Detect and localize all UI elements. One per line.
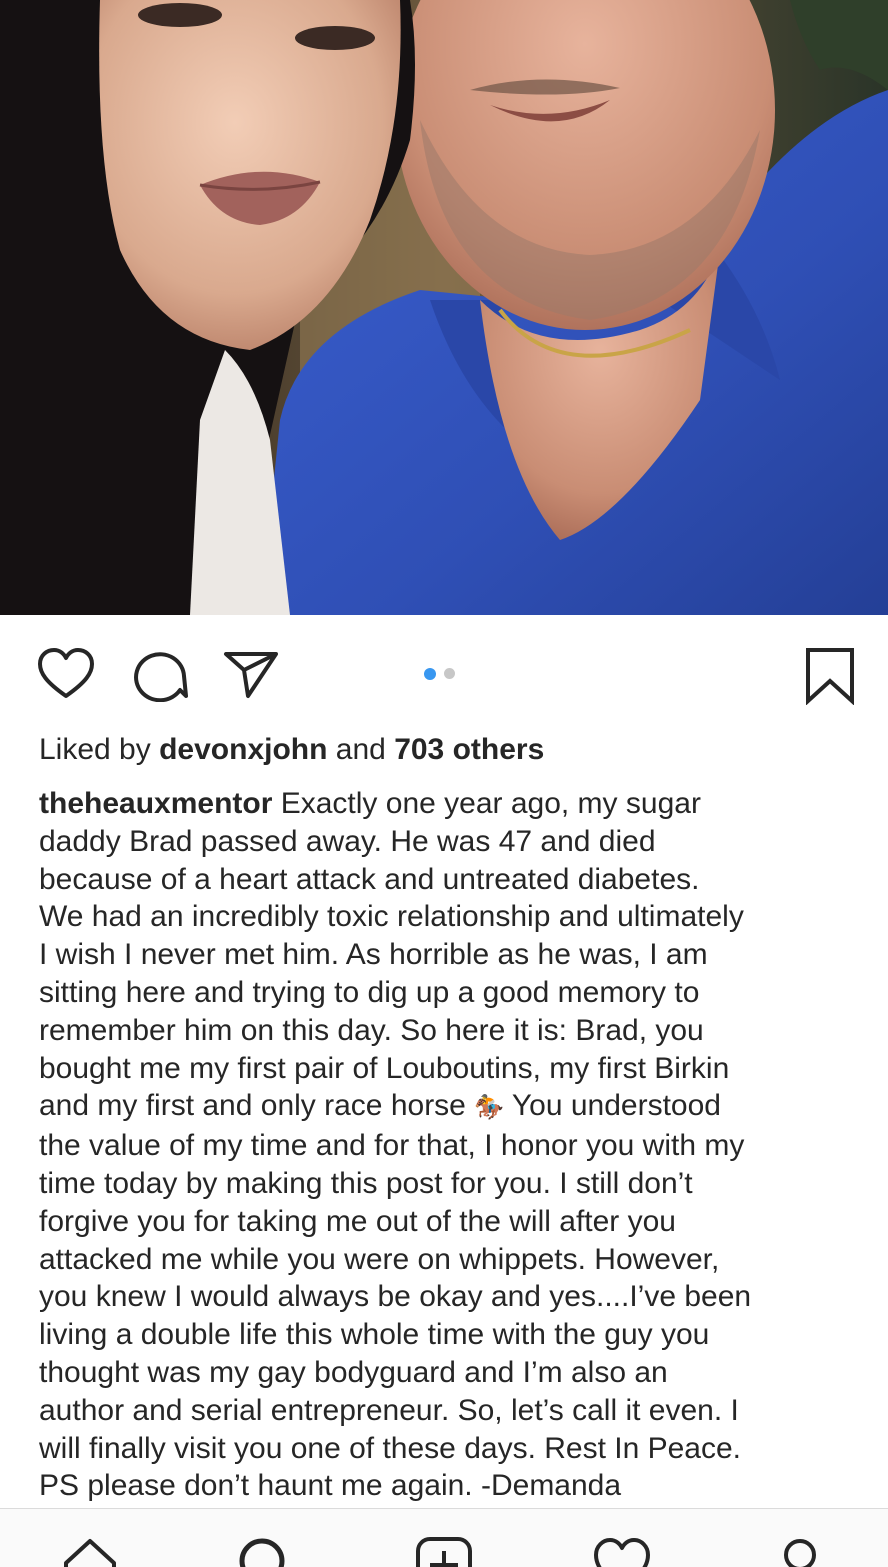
heart-icon[interactable] [36, 646, 96, 702]
caption-line: living a double life this whole time wit… [39, 1318, 710, 1352]
caption-line: I wish I never met him. As horrible as h… [39, 938, 708, 972]
caption-line: daddy Brad passed away. He was 47 and di… [39, 824, 656, 858]
caption-username[interactable]: theheauxmentor [39, 787, 272, 820]
profile-icon[interactable] [770, 1535, 830, 1567]
caption-line: We had an incredibly toxic relationship … [39, 900, 744, 934]
horse-racing-emoji: 🏇 [474, 1094, 505, 1122]
post-photo-illustration [0, 0, 888, 615]
caption-line: bought me my first pair of Louboutins, m… [39, 1051, 730, 1085]
post-action-bar [0, 615, 888, 730]
caption-line: remember him on this day. So here it is:… [39, 1013, 704, 1047]
caption-line: the value of my time and for that, I hon… [39, 1129, 745, 1163]
carousel-dot-inactive [444, 668, 455, 679]
likes-conjunction: and [335, 733, 386, 766]
new-post-icon[interactable] [414, 1535, 474, 1567]
caption-line: author and serial entrepreneur. So, let’… [39, 1393, 739, 1427]
liked-by-username[interactable]: devonxjohn [159, 733, 327, 766]
paper-plane-icon[interactable] [222, 648, 280, 700]
likes-prefix: Liked by [39, 733, 151, 766]
caption-line: theheauxmentor Exactly one year ago, my … [39, 787, 701, 820]
caption-line: attacked me while you were on whippets. … [39, 1242, 720, 1276]
caption-line: will finally visit you one of these days… [39, 1431, 742, 1465]
likes-summary: Liked by devonxjohn and 703 others [39, 730, 859, 770]
caption-line: because of a heart attack and untreated … [39, 862, 700, 896]
caption-line: time today by making this post for you. … [39, 1166, 693, 1200]
caption-line: and my first and only race horse 🏇 You u… [39, 1089, 721, 1123]
comment-bubble-icon[interactable] [130, 646, 190, 702]
post-photo[interactable] [0, 0, 888, 615]
caption-line: thought was my gay bodyguard and I’m als… [39, 1355, 668, 1389]
bottom-navigation-bar [0, 1508, 888, 1567]
bookmark-icon[interactable] [800, 645, 860, 705]
caption-line: sitting here and trying to dig up a good… [39, 975, 700, 1009]
caption-line: you knew I would always be okay and yes.… [39, 1280, 752, 1314]
activity-heart-icon[interactable] [592, 1535, 652, 1567]
home-icon[interactable] [60, 1535, 120, 1567]
likes-count[interactable]: 703 others [394, 733, 544, 766]
caption-line: PS please don’t haunt me again. -Demanda [39, 1469, 622, 1503]
caption-line: forgive you for taking me out of the wil… [39, 1204, 676, 1238]
post-caption: theheauxmentor Exactly one year ago, my … [39, 785, 869, 1505]
carousel-dot-active [424, 668, 436, 680]
carousel-indicator [424, 668, 472, 680]
search-icon[interactable] [236, 1535, 296, 1567]
